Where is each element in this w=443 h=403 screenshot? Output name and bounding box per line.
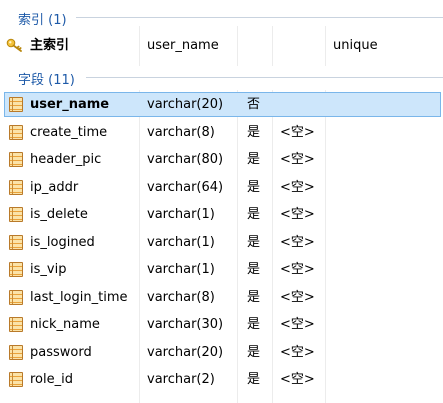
field-row-is-vip[interactable]: is_vip varchar(1) 是 <空>	[0, 256, 443, 283]
field-name: password	[30, 345, 92, 360]
field-icon	[9, 125, 23, 140]
field-name: nick_name	[30, 317, 100, 332]
field-icon	[9, 290, 23, 305]
field-default: <空>	[280, 372, 315, 387]
indexes-section-header[interactable]: 索引 (1)	[0, 6, 443, 28]
field-name: create_time	[30, 125, 108, 140]
field-nullable: 是	[247, 372, 261, 387]
section-divider	[86, 77, 443, 78]
field-type: varchar(64)	[147, 180, 224, 195]
field-nullable: 是	[247, 235, 261, 250]
field-row-role-id[interactable]: role_id varchar(2) 是 <空>	[0, 366, 443, 393]
field-default: <空>	[280, 290, 315, 305]
field-type: varchar(30)	[147, 317, 224, 332]
section-divider	[76, 17, 443, 18]
field-row-password[interactable]: password varchar(20) 是 <空>	[0, 339, 443, 366]
key-icon	[6, 38, 22, 52]
field-row-header-pic[interactable]: header_pic varchar(80) 是 <空>	[0, 146, 443, 173]
field-nullable: 是	[247, 262, 261, 277]
indexes-section-label: 索引 (1)	[18, 13, 67, 28]
index-name: 主索引	[30, 38, 70, 53]
field-name: ip_addr	[30, 180, 79, 195]
field-icon	[9, 152, 23, 167]
field-default: <空>	[280, 235, 315, 250]
field-default: <空>	[280, 345, 315, 360]
table-structure-panel: 索引 (1) 主索引 user_name unique 字段 (11) user…	[0, 0, 443, 403]
field-row-is-delete[interactable]: is_delete varchar(1) 是 <空>	[0, 201, 443, 228]
field-icon	[9, 317, 23, 332]
field-nullable: 是	[247, 290, 261, 305]
field-icon	[9, 235, 23, 250]
field-icon	[9, 372, 23, 387]
field-name: user_name	[30, 97, 110, 112]
field-icon	[9, 262, 23, 277]
field-default: <空>	[280, 262, 315, 277]
field-nullable: 是	[247, 207, 261, 222]
fields-section-label: 字段 (11)	[18, 73, 75, 88]
field-nullable: 是	[247, 180, 261, 195]
field-icon	[9, 345, 23, 360]
field-default: <空>	[280, 125, 315, 140]
field-type: varchar(8)	[147, 290, 215, 305]
field-row-user-name[interactable]: user_name varchar(20) 否	[0, 91, 443, 118]
field-row-ip-addr[interactable]: ip_addr varchar(64) 是 <空>	[0, 174, 443, 201]
field-icon	[9, 207, 23, 222]
field-row-is-logined[interactable]: is_logined varchar(1) 是 <空>	[0, 229, 443, 256]
field-nullable: 是	[247, 317, 261, 332]
index-field: user_name	[147, 38, 219, 53]
field-type: varchar(20)	[147, 345, 224, 360]
field-name: header_pic	[30, 152, 102, 167]
field-type: varchar(1)	[147, 235, 215, 250]
field-name: is_vip	[30, 262, 67, 277]
field-type: varchar(1)	[147, 207, 215, 222]
field-nullable: 是	[247, 152, 261, 167]
field-type: varchar(8)	[147, 125, 215, 140]
field-nullable: 否	[247, 97, 261, 112]
field-nullable: 是	[247, 345, 261, 360]
field-row-nick-name[interactable]: nick_name varchar(30) 是 <空>	[0, 311, 443, 338]
field-row-last-login-time[interactable]: last_login_time varchar(8) 是 <空>	[0, 284, 443, 311]
fields-section-header[interactable]: 字段 (11)	[0, 66, 443, 88]
field-type: varchar(80)	[147, 152, 224, 167]
index-row[interactable]: 主索引 user_name unique	[0, 32, 443, 59]
field-type: varchar(20)	[147, 97, 224, 112]
field-name: is_delete	[30, 207, 88, 222]
field-default: <空>	[280, 317, 315, 332]
index-type: unique	[333, 38, 378, 53]
field-name: is_logined	[30, 235, 95, 250]
field-type: varchar(1)	[147, 262, 215, 277]
field-row-create-time[interactable]: create_time varchar(8) 是 <空>	[0, 119, 443, 146]
field-name: last_login_time	[30, 290, 128, 305]
field-default: <空>	[280, 207, 315, 222]
field-default: <空>	[280, 180, 315, 195]
field-default: <空>	[280, 152, 315, 167]
field-icon	[9, 97, 23, 112]
field-type: varchar(2)	[147, 372, 215, 387]
field-nullable: 是	[247, 125, 261, 140]
field-name: role_id	[30, 372, 73, 387]
field-icon	[9, 180, 23, 195]
